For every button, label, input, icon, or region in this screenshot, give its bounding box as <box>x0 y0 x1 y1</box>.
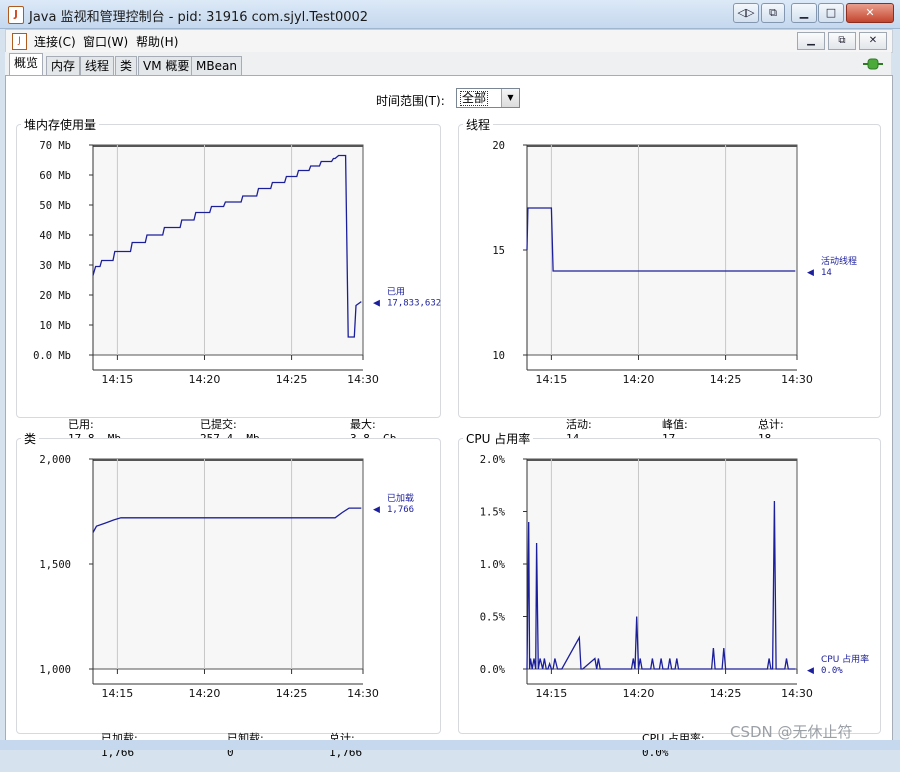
y-tick-label: 1.0% <box>480 559 506 571</box>
legend-marker: ◀ <box>807 268 814 278</box>
y-tick-label: 1.5% <box>480 507 506 519</box>
java-cup-icon: J <box>12 33 27 50</box>
classes-chart: 1,000 1,500 2,000 14:15 14:20 14:25 14:30 ◀ 已加载1… <box>39 454 414 700</box>
time-range-value: 全部 <box>460 91 489 106</box>
legend-marker: ◀ <box>807 666 814 676</box>
cpu-chart: 0.0% 0.5% 1.0% 1.5% 2.0% 14:15 14:20 14:25 14:30… <box>480 454 869 700</box>
stat-label: 峰值: <box>661 418 688 431</box>
time-range-select[interactable]: 全部 ▼ <box>456 88 520 108</box>
legend-series-name: CPU 占用率 <box>821 653 869 665</box>
x-tick-label: 14:25 <box>276 373 308 386</box>
x-tick-label: 14:25 <box>710 687 742 700</box>
tab-memory[interactable]: 内存 <box>46 56 81 75</box>
x-tick-label: 14:20 <box>189 373 221 386</box>
stat-label: 活动: <box>565 418 592 431</box>
y-tick-label: 2.0% <box>480 454 506 466</box>
y-tick-label: 0.5% <box>480 612 506 624</box>
time-range-label: 时间范围(T): <box>376 94 445 108</box>
legend-series-value: 17,833,632 <box>387 299 441 309</box>
window-title: Java 监视和管理控制台 - pid: 31916 com.sjyl.Test… <box>29 10 369 25</box>
y-tick-label: 2,000 <box>39 454 71 466</box>
y-tick-label: 70 Mb <box>39 140 71 152</box>
y-tick-label: 1,500 <box>39 559 71 571</box>
plot-area <box>526 144 798 356</box>
menu-bar: J 连接(C) 窗口(W) 帮助(H) ▁ ⧉ ✕ <box>5 29 893 53</box>
legend-series-value: 0.0% <box>821 666 843 676</box>
restore-switch-icon[interactable]: ◁▷ <box>733 3 759 23</box>
heap-chart: 0.0 Mb 10 Mb 20 Mb 30 Mb 40 Mb 50 Mb 60 Mb 70 M… <box>33 140 441 386</box>
x-tick-label: 14:15 <box>536 373 568 386</box>
stat-label: 最大: <box>349 418 376 431</box>
legend-series-name: 已用 <box>387 287 405 298</box>
menu-connection[interactable]: 连接(C) <box>34 33 76 50</box>
menu-help[interactable]: 帮助(H) <box>136 33 178 50</box>
stat-label: 总计: <box>757 418 784 431</box>
tab-vm-summary[interactable]: VM 概要 <box>138 56 195 75</box>
plot-area <box>92 458 364 670</box>
chevron-down-icon: ▼ <box>501 89 519 107</box>
x-tick-label: 14:30 <box>347 687 379 700</box>
x-tick-label: 14:20 <box>189 687 221 700</box>
threads-panel: 线程 10 15 20 14:15 14:20 14:25 14:30 ◀ 活动线程 14 活动:… <box>458 116 881 445</box>
watermark: CSDN @无休止符 <box>730 723 853 741</box>
heap-panel: 堆内存使用量 0.0 Mb 10 Mb 20 Mb 30 Mb 40 Mb 50 Mb 60… <box>16 116 441 445</box>
legend-marker: ◀ <box>373 505 380 515</box>
cpu-panel: CPU 占用率 0.0% 0.5% 1.0% 1.5% 2.0% 14:15 14:20 14… <box>458 430 881 759</box>
maximize-button[interactable]: □ <box>818 3 844 23</box>
close-icon[interactable]: ✕ <box>859 32 887 50</box>
tab-overview[interactable]: 概览 <box>9 53 44 75</box>
x-tick-label: 14:15 <box>102 373 134 386</box>
legend-marker: ◀ <box>373 299 380 309</box>
x-tick-label: 14:25 <box>710 373 742 386</box>
x-tick-label: 14:15 <box>536 687 568 700</box>
plot-area <box>92 144 364 356</box>
y-tick-label: 10 Mb <box>39 320 71 332</box>
y-tick-label: 50 Mb <box>39 200 71 212</box>
tab-bar: 概览 内存 线程 类 VM 概要 MBean <box>5 52 891 75</box>
x-tick-label: 14:30 <box>347 373 379 386</box>
y-tick-label: 10 <box>492 350 505 362</box>
plot-area <box>526 458 798 670</box>
minimize-icon[interactable]: ▁ <box>797 32 825 50</box>
copy-icon[interactable]: ⧉ <box>761 3 785 23</box>
overview-content: 时间范围(T): 全部 ▼ 堆内存使用量 0.0 Mb 10 Mb 20 Mb 30 … <box>5 75 893 759</box>
restore-icon[interactable]: ⧉ <box>828 32 856 50</box>
y-tick-label: 20 Mb <box>39 290 71 302</box>
legend-series-name: 活动线程 <box>821 255 857 267</box>
x-tick-label: 14:15 <box>102 687 134 700</box>
y-tick-label: 15 <box>492 245 505 257</box>
x-tick-label: 14:25 <box>276 687 308 700</box>
close-button[interactable]: ✕ <box>846 3 894 23</box>
x-tick-label: 14:30 <box>781 687 813 700</box>
java-cup-icon: J <box>8 6 24 24</box>
x-tick-label: 14:20 <box>623 687 655 700</box>
stat-label: 已用: <box>67 418 94 431</box>
legend-series-value: 14 <box>821 268 832 278</box>
stat-label: 已提交: <box>199 418 237 431</box>
y-tick-label: 40 Mb <box>39 230 71 242</box>
tab-classes[interactable]: 类 <box>115 56 138 75</box>
x-tick-label: 14:30 <box>781 373 813 386</box>
y-tick-label: 20 <box>492 140 505 152</box>
tab-mbean[interactable]: MBean <box>191 56 242 75</box>
legend-series-value: 1,766 <box>387 505 414 515</box>
legend-series-name: 已加载 <box>387 492 414 504</box>
window-titlebar: J Java 监视和管理控制台 - pid: 31916 com.sjyl.Te… <box>0 0 900 29</box>
classes-panel: 类 1,000 1,500 2,000 14:15 14:20 14:25 14:30 ◀ 已加… <box>16 430 441 759</box>
threads-chart: 10 15 20 14:15 14:20 14:25 14:30 ◀ 活动线程14 <box>492 140 857 386</box>
plug-connected-icon[interactable] <box>863 58 883 70</box>
x-tick-label: 14:20 <box>623 373 655 386</box>
y-tick-label: 30 Mb <box>39 260 71 272</box>
y-tick-label: 1,000 <box>39 664 71 676</box>
minimize-button[interactable]: ▁ <box>791 3 817 23</box>
y-tick-label: 0.0% <box>480 664 506 676</box>
tab-threads[interactable]: 线程 <box>80 56 115 75</box>
menu-window[interactable]: 窗口(W) <box>83 33 128 50</box>
y-tick-label: 0.0 Mb <box>33 350 71 362</box>
y-tick-label: 60 Mb <box>39 170 71 182</box>
